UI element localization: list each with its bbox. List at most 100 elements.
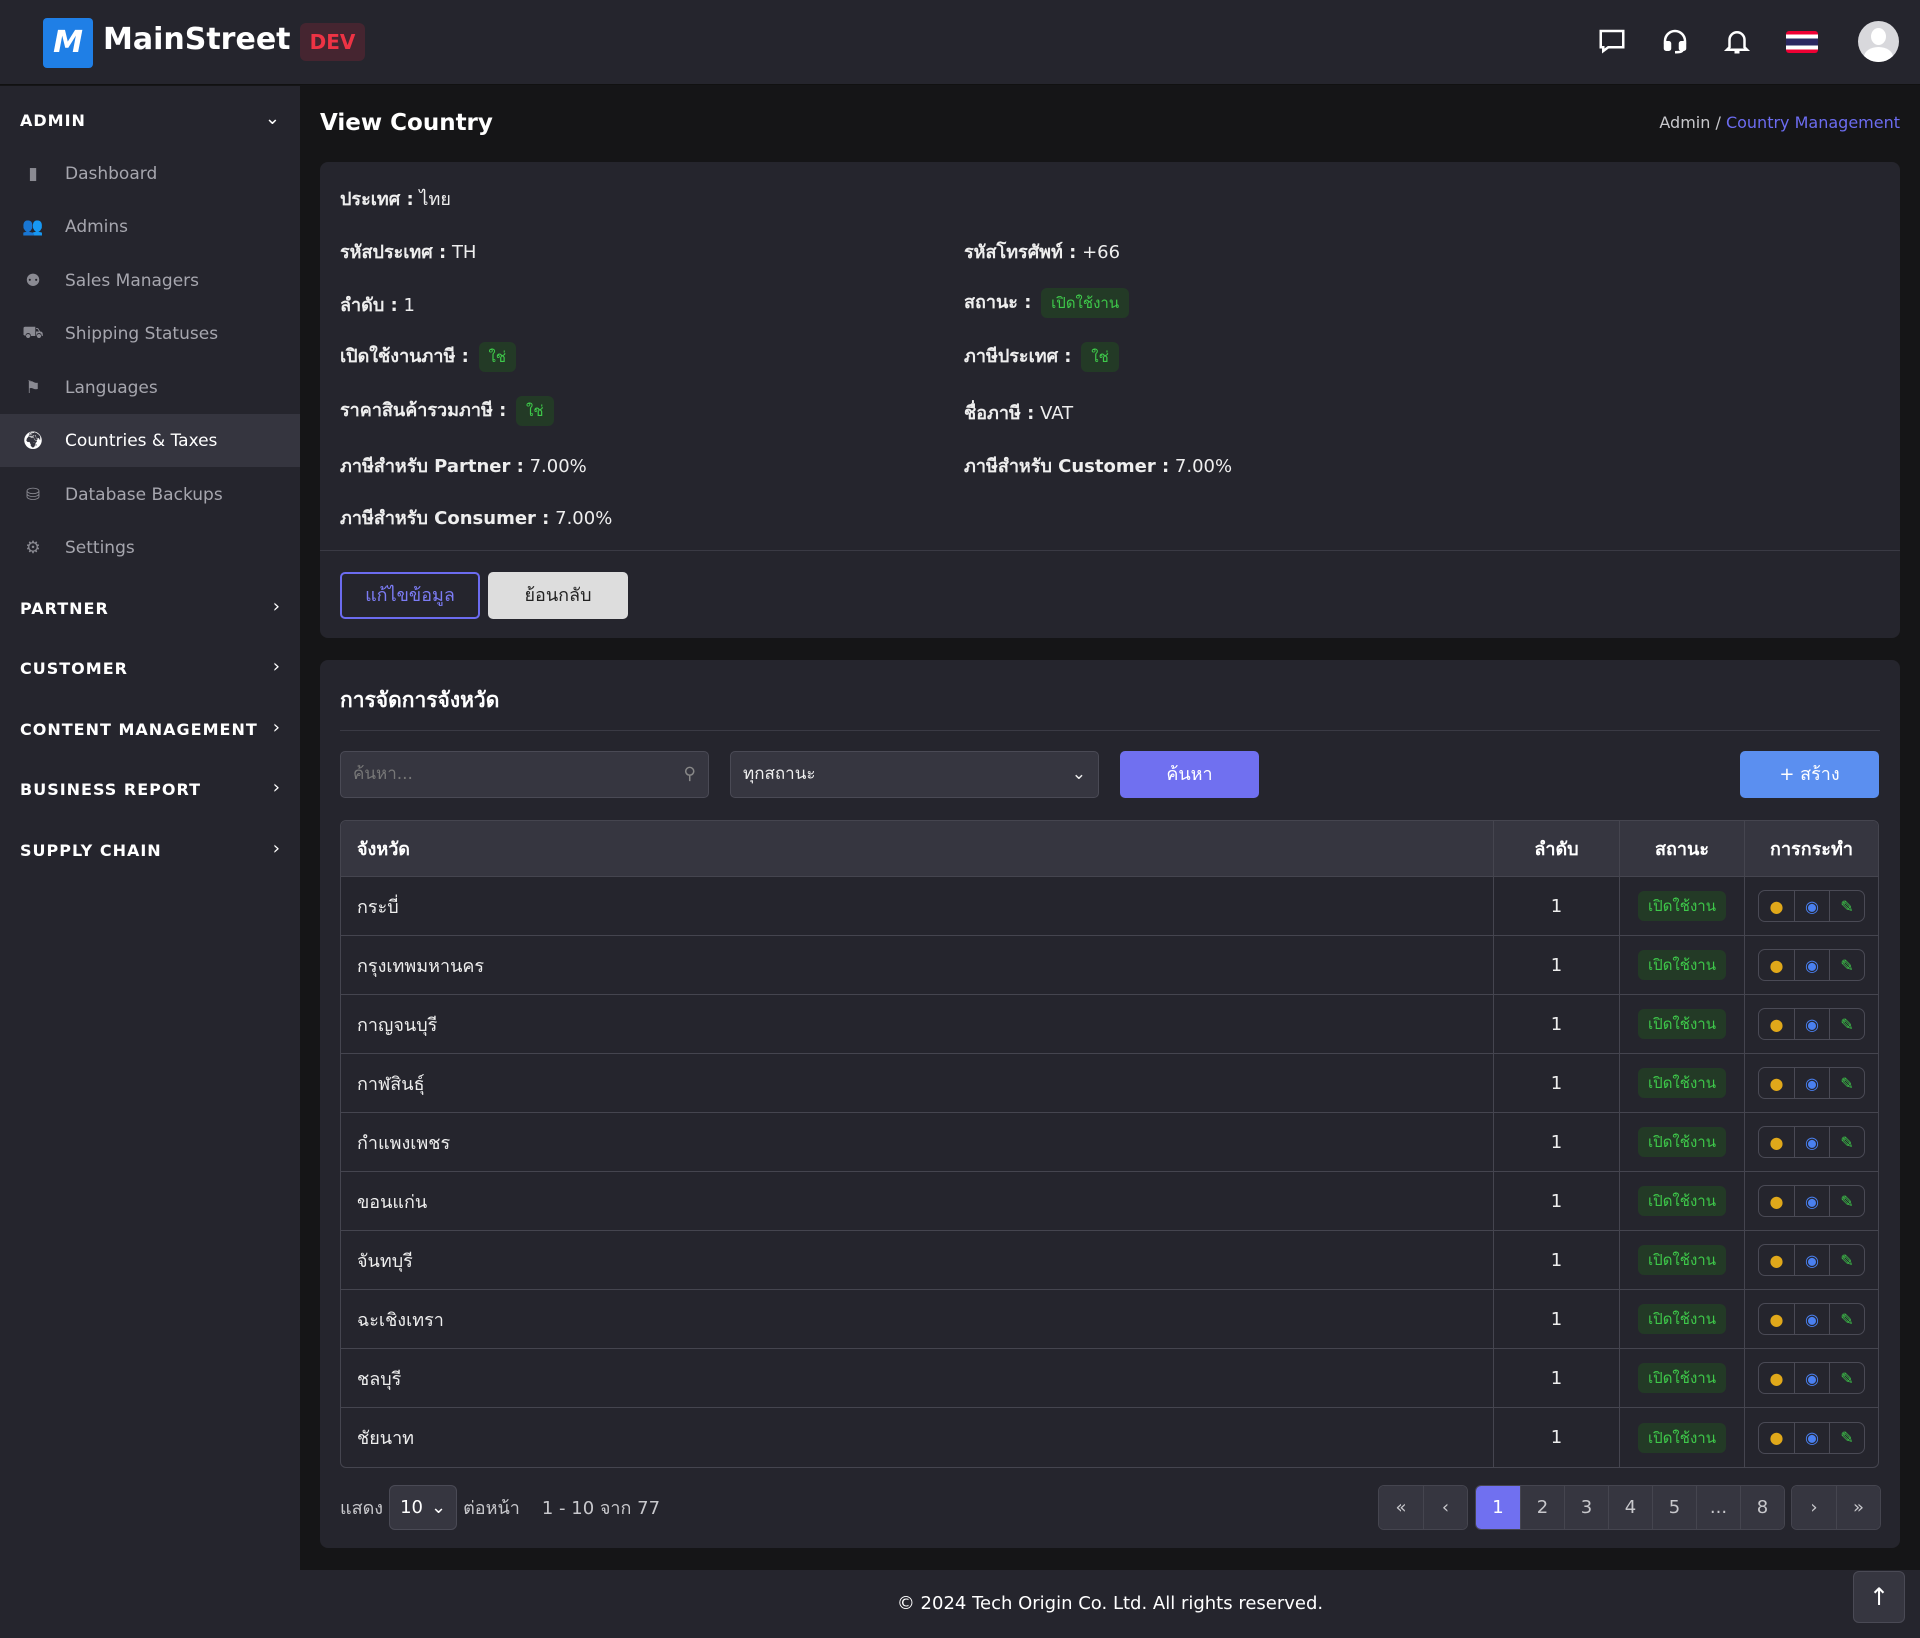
eye-icon[interactable]: ◉ (1794, 950, 1829, 980)
chevron-right-icon[interactable]: › (273, 596, 280, 617)
sidebar-section-customer[interactable]: CUSTOMER (20, 659, 128, 678)
prev-page-button[interactable]: ‹ (1423, 1486, 1467, 1529)
thai-flag-icon[interactable] (1786, 31, 1818, 53)
province-order: 1 (1493, 1172, 1619, 1231)
last-page-button[interactable]: » (1836, 1486, 1880, 1529)
sidebar-section-partner[interactable]: PARTNER (20, 599, 109, 618)
logo[interactable]: M (43, 18, 93, 68)
globe-icon[interactable]: ● (1759, 950, 1794, 980)
page-button[interactable]: 4 (1608, 1486, 1652, 1529)
back-button[interactable]: ย้อนกลับ (488, 572, 628, 619)
globe-icon[interactable]: ● (1759, 1304, 1794, 1334)
page-button[interactable]: ... (1696, 1486, 1740, 1529)
province-name: ชลบุรี (341, 1349, 1493, 1408)
page-button[interactable]: 2 (1520, 1486, 1564, 1529)
next-page-button[interactable]: › (1792, 1486, 1836, 1529)
page-button[interactable]: 5 (1652, 1486, 1696, 1529)
province-actions: ● ◉ ✎ (1744, 1231, 1878, 1290)
globe-icon[interactable]: ● (1759, 1245, 1794, 1275)
sidebar-section-content-management[interactable]: CONTENT MANAGEMENT (20, 720, 258, 739)
edit-button[interactable]: แก้ไขข้อมูล (340, 572, 480, 619)
divider (320, 550, 1900, 551)
province-status: เปิดใช้งาน (1619, 1349, 1744, 1408)
flag-icon: ⚑ (25, 377, 41, 398)
bell-icon[interactable] (1722, 26, 1752, 56)
globe-icon[interactable]: ● (1759, 1423, 1794, 1453)
first-page-button[interactable]: « (1379, 1486, 1423, 1529)
table-row: ขอนแก่น 1 เปิดใช้งาน ● ◉ ✎ (341, 1172, 1878, 1231)
province-name: ฉะเชิงเทรา (341, 1290, 1493, 1349)
per-page-select[interactable]: 10 ⌄ (389, 1485, 458, 1530)
sidebar-item-settings[interactable]: ⚙ Settings (0, 521, 300, 574)
eye-icon[interactable]: ◉ (1794, 1304, 1829, 1334)
globe-icon[interactable]: ● (1759, 1186, 1794, 1216)
edit-icon[interactable]: ✎ (1829, 1068, 1864, 1098)
sidebar-item-admins[interactable]: 👥 Admins (0, 200, 300, 253)
table-row: ชัยนาท 1 เปิดใช้งาน ● ◉ ✎ (341, 1408, 1878, 1467)
top-bar: M MainStreet DEV (0, 0, 1920, 85)
breadcrumb-root[interactable]: Admin (1659, 113, 1710, 132)
globe-icon[interactable]: ● (1759, 1363, 1794, 1393)
page-button[interactable]: 8 (1740, 1486, 1784, 1529)
eye-icon[interactable]: ◉ (1794, 1245, 1829, 1275)
page-button[interactable]: 3 (1564, 1486, 1608, 1529)
province-actions: ● ◉ ✎ (1744, 1408, 1878, 1467)
chevron-right-icon[interactable]: › (273, 717, 280, 738)
sidebar-item-dashboard[interactable]: ▮ Dashboard (0, 147, 300, 200)
search-button[interactable]: ค้นหา (1120, 751, 1259, 798)
globe-icon[interactable]: ● (1759, 1068, 1794, 1098)
chevron-right-icon[interactable]: › (273, 777, 280, 798)
create-button[interactable]: + สร้าง (1740, 751, 1879, 798)
province-actions: ● ◉ ✎ (1744, 877, 1878, 936)
globe-icon[interactable]: ● (1759, 1127, 1794, 1157)
eye-icon[interactable]: ◉ (1794, 1009, 1829, 1039)
headset-icon[interactable] (1660, 26, 1690, 56)
edit-icon[interactable]: ✎ (1829, 1422, 1864, 1453)
chat-icon[interactable] (1597, 26, 1627, 56)
status-badge: เปิดใช้งาน (1638, 1068, 1726, 1098)
province-name: ขอนแก่น (341, 1172, 1493, 1231)
edit-icon[interactable]: ✎ (1829, 891, 1864, 921)
avatar[interactable] (1858, 21, 1899, 62)
col-province[interactable]: จังหวัด (341, 821, 1493, 877)
sidebar-item-shipping-statuses[interactable]: ⛟ Shipping Statuses (0, 307, 300, 360)
col-order[interactable]: ลำดับ (1493, 821, 1619, 877)
edit-icon[interactable]: ✎ (1829, 1127, 1864, 1157)
field-tax-enabled: เปิดใช้งานภาษี : ใช่ (340, 341, 517, 372)
sidebar-section-admin[interactable]: ADMIN (20, 111, 86, 130)
footer: © 2024 Tech Origin Co. Ltd. All rights r… (300, 1570, 1920, 1638)
search-input[interactable]: ค้นหา... ⚲ (340, 751, 709, 798)
globe-icon[interactable]: ● (1759, 1009, 1794, 1039)
sidebar-section-business-report[interactable]: BUSINESS REPORT (20, 780, 201, 799)
pagination-start: «‹ (1378, 1485, 1468, 1530)
status-badge: เปิดใช้งาน (1638, 891, 1726, 921)
sidebar-section-supply-chain[interactable]: SUPPLY CHAIN (20, 841, 162, 860)
col-status[interactable]: สถานะ (1619, 821, 1744, 877)
brand-name[interactable]: MainStreet (103, 22, 291, 57)
edit-icon[interactable]: ✎ (1829, 1245, 1864, 1275)
breadcrumb-current[interactable]: Country Management (1726, 113, 1900, 132)
sidebar-item-countries-taxes[interactable]: 🌍︎ Countries & Taxes (0, 414, 300, 467)
eye-icon[interactable]: ◉ (1794, 1068, 1829, 1098)
eye-icon[interactable]: ◉ (1794, 1127, 1829, 1157)
edit-icon[interactable]: ✎ (1829, 950, 1864, 980)
eye-icon[interactable]: ◉ (1794, 891, 1829, 921)
edit-icon[interactable]: ✎ (1829, 1363, 1864, 1393)
edit-icon[interactable]: ✎ (1829, 1304, 1864, 1334)
sidebar-item-database-backups[interactable]: ⛁ Database Backups (0, 468, 300, 521)
edit-icon[interactable]: ✎ (1829, 1186, 1864, 1216)
status-filter-select[interactable]: ทุกสถานะ ⌄ (730, 751, 1099, 798)
eye-icon[interactable]: ◉ (1794, 1422, 1829, 1453)
scroll-to-top-button[interactable]: ↑ (1853, 1571, 1905, 1623)
eye-icon[interactable]: ◉ (1794, 1363, 1829, 1393)
chevron-down-icon[interactable]: ⌄ (265, 108, 280, 129)
status-badge: เปิดใช้งาน (1638, 1363, 1726, 1393)
edit-icon[interactable]: ✎ (1829, 1009, 1864, 1039)
eye-icon[interactable]: ◉ (1794, 1186, 1829, 1216)
page-button[interactable]: 1 (1476, 1486, 1520, 1529)
sidebar-item-sales-managers[interactable]: ⚉ Sales Managers (0, 254, 300, 307)
chevron-right-icon[interactable]: › (273, 838, 280, 859)
sidebar-item-languages[interactable]: ⚑ Languages (0, 361, 300, 414)
chevron-right-icon[interactable]: › (273, 656, 280, 677)
globe-icon[interactable]: ● (1759, 891, 1794, 921)
